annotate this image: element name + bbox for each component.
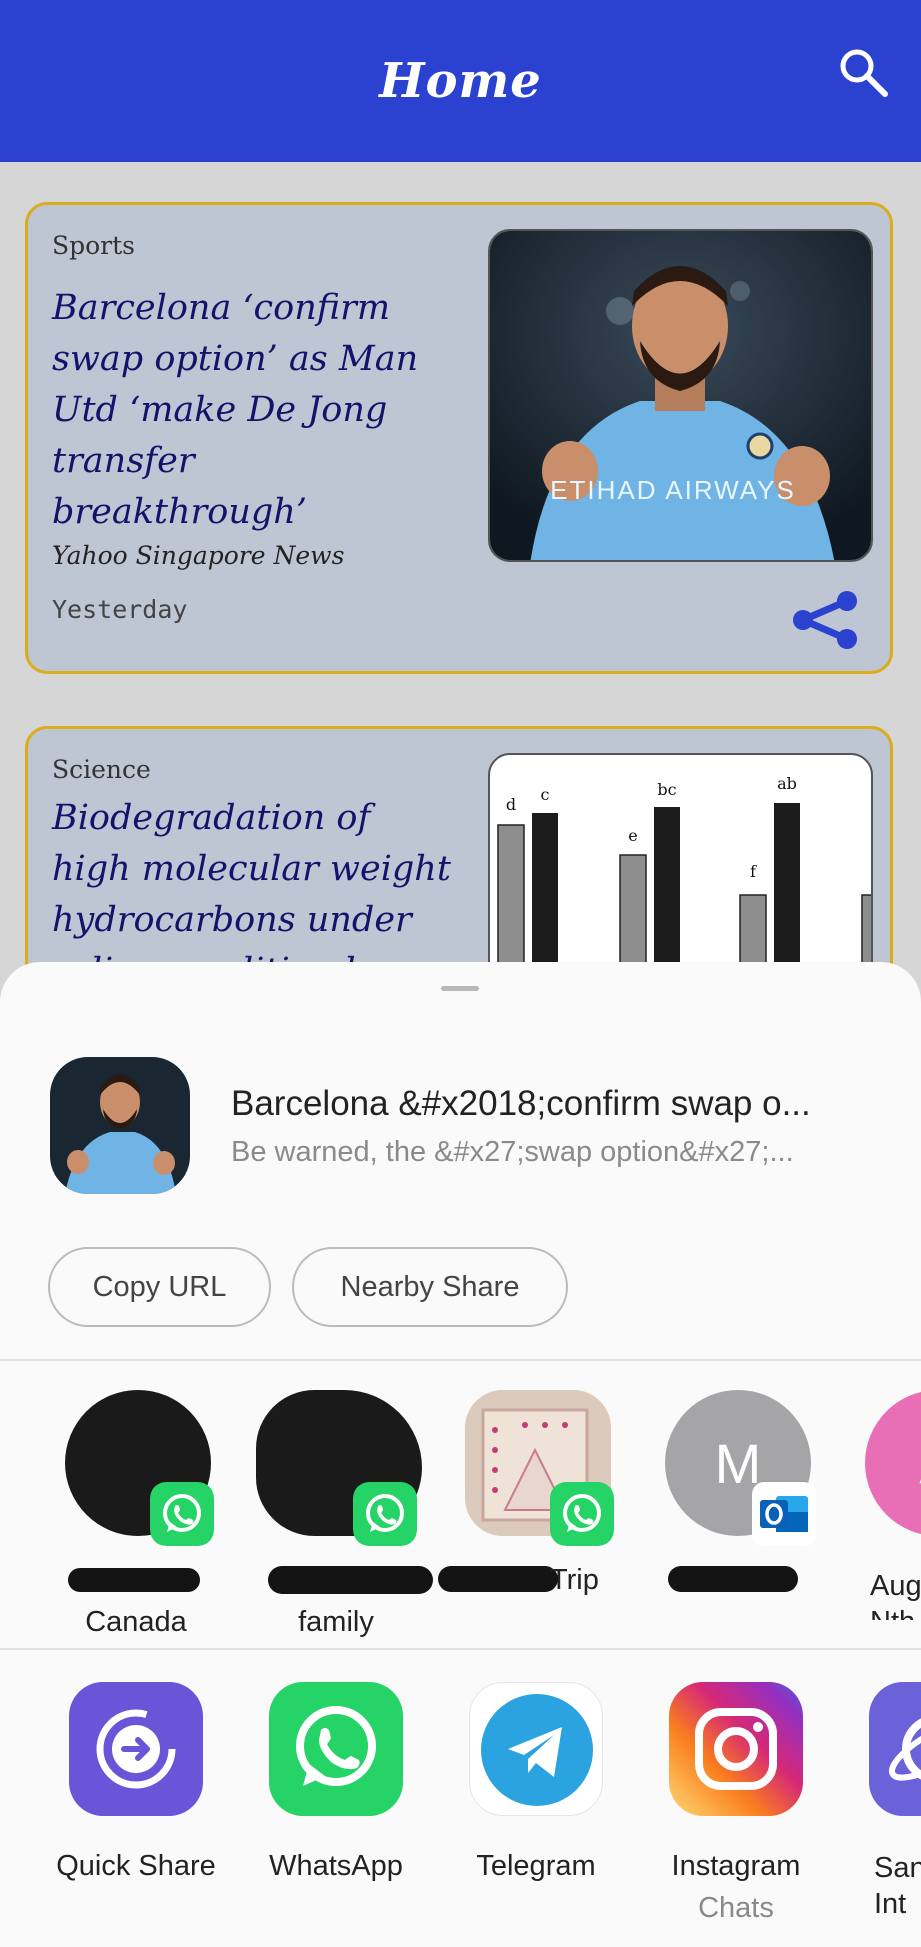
chart-label: f [750,862,757,881]
preview-thumbnail [50,1057,190,1194]
instagram-icon [669,1682,803,1816]
card-category: Science [52,755,151,784]
redaction [668,1566,798,1592]
page-title: Home [379,53,542,109]
share-app-quick-share[interactable]: Quick Share [24,1682,224,1942]
quick-share-icon [69,1682,203,1816]
contact-name: Aug Nth [870,1570,921,1620]
card-time: Yesterday [52,595,188,624]
chart-label: ab [777,774,797,793]
chart-label: bc [657,780,676,799]
image-caption: ETIHAD AIRWAYS [550,475,796,505]
card-headline: Barcelona ‘confirm swap option’ as Man U… [52,288,419,532]
card-source: Yahoo Singapore News [52,541,345,570]
share-app-whatsapp[interactable]: WhatsApp [224,1682,424,1942]
share-target-contact[interactable]: A Aug Nth [838,1390,921,1620]
redaction [438,1566,558,1592]
avatar: A [865,1390,921,1536]
share-sheet: Barcelona &#x2018;confirm swap o... Be w… [0,962,921,1947]
whatsapp-icon [353,1482,417,1546]
drag-handle[interactable] [441,986,479,991]
divider [0,1359,921,1361]
redaction [68,1568,200,1592]
share-target-contact[interactable]: M [638,1390,818,1620]
contact-name: Canada [85,1606,187,1638]
samsung-internet-icon [869,1682,921,1816]
app-bar: Home [0,0,921,162]
redaction [268,1566,433,1594]
contact-name: family [298,1606,374,1638]
whatsapp-icon [269,1682,403,1816]
chart-label: c [541,785,550,804]
copy-url-button[interactable]: Copy URL [48,1247,271,1327]
outlook-icon [752,1482,816,1546]
news-card[interactable]: Sports Barcelona ‘confirm swap option’ a… [25,202,893,674]
app-name: San Int [874,1852,921,1920]
app-name: Quick Share [56,1850,216,1882]
whatsapp-icon [150,1482,214,1546]
share-preview-title: Barcelona &#x2018;confirm swap o... [231,1084,811,1123]
search-icon[interactable] [835,44,891,100]
contact-name: Trip [550,1564,599,1596]
app-name: Instagram [671,1850,801,1882]
card-category: Sports [52,231,136,260]
whatsapp-icon [550,1482,614,1546]
app-subtitle: Chats [698,1892,774,1924]
nearby-share-button[interactable]: Nearby Share [292,1247,568,1327]
share-preview-subtitle: Be warned, the &#x27;swap option&#x27;..… [231,1136,794,1168]
chart-label: d [506,795,516,814]
share-icon[interactable] [790,589,860,651]
share-app-telegram[interactable]: Telegram [424,1682,624,1942]
share-target-contact[interactable]: Canada [38,1390,218,1638]
chart-label: e [628,826,637,845]
card-image [488,229,873,562]
share-target-contact[interactable]: family [238,1390,433,1638]
share-app-instagram[interactable]: Instagram Chats [624,1682,824,1942]
app-name: Telegram [476,1850,596,1882]
share-app-samsung-internet[interactable]: San Int [824,1682,921,1942]
app-name: WhatsApp [269,1850,403,1882]
telegram-icon [469,1682,603,1816]
divider [0,1648,921,1650]
share-target-contact[interactable]: Trip [438,1390,618,1620]
